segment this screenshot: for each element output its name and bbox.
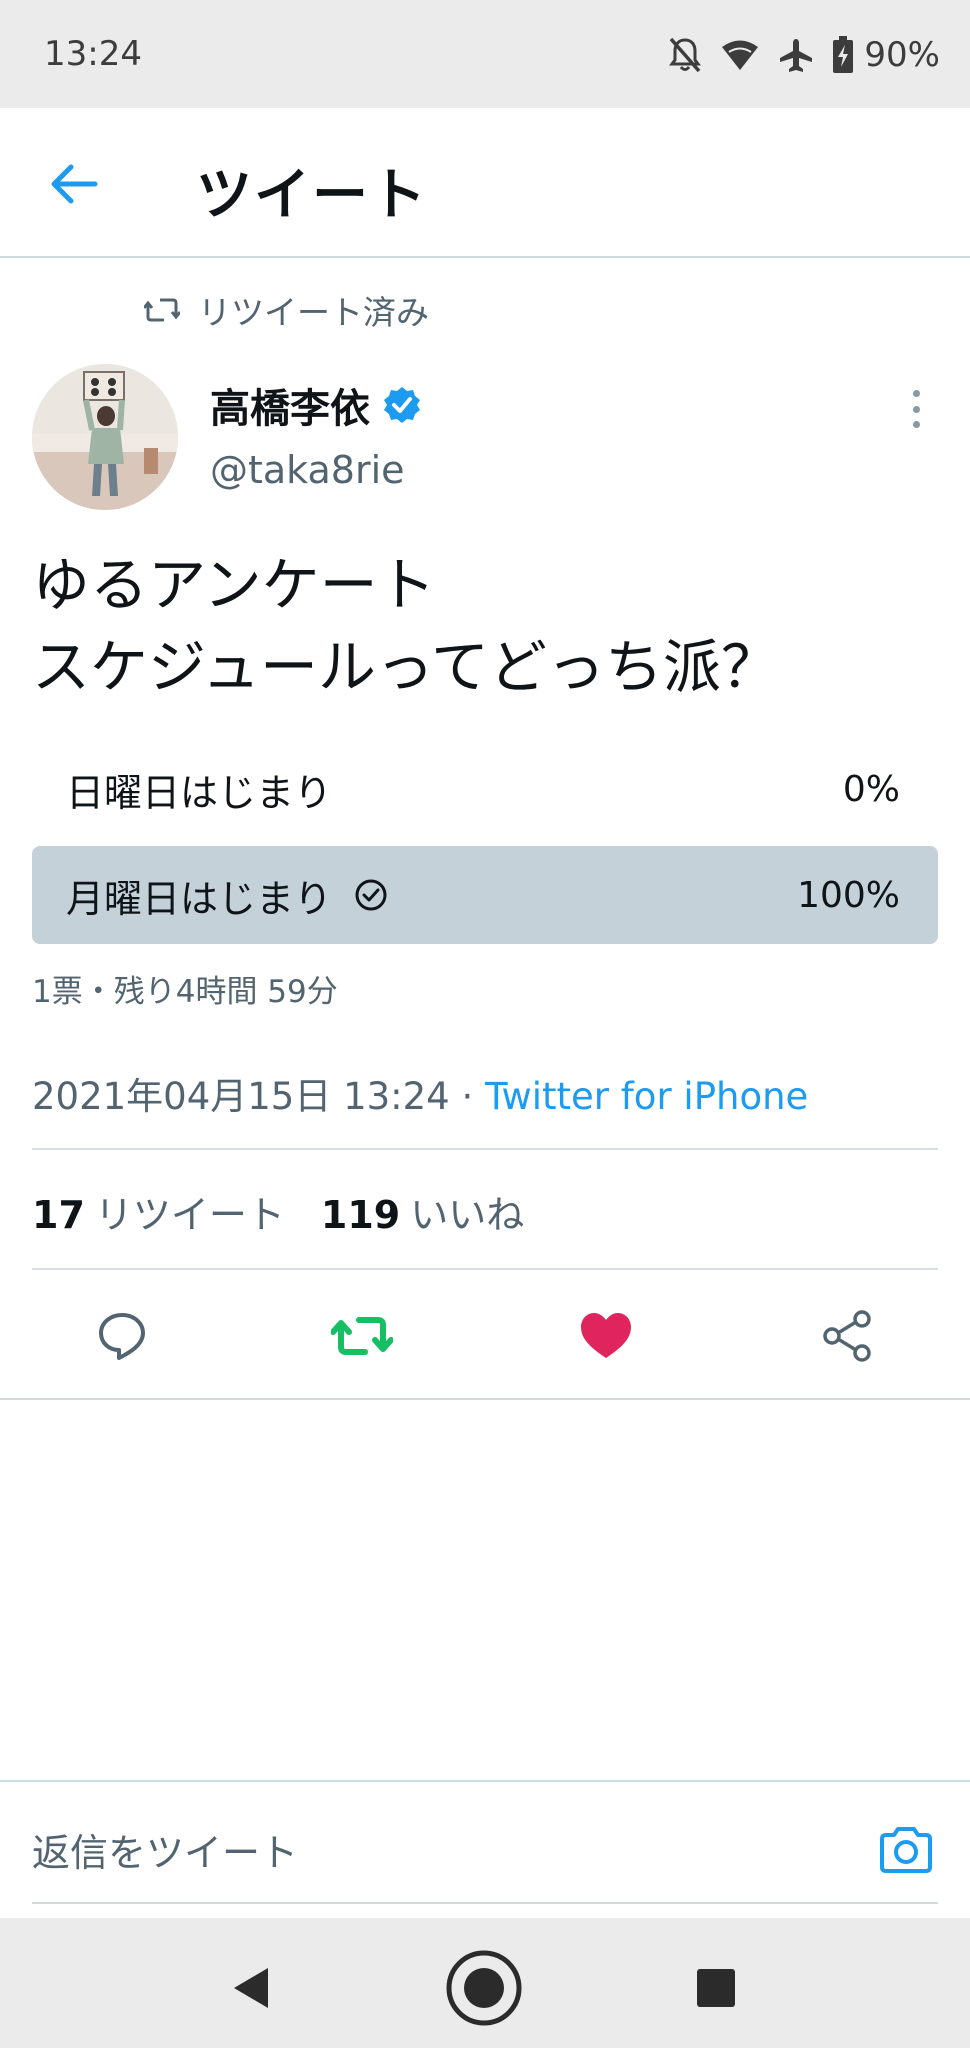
likes-label: いいね xyxy=(410,1193,525,1237)
tweet-actions xyxy=(0,1268,970,1400)
retweets-stat[interactable]: 17 リツイート xyxy=(32,1184,285,1239)
tweet-text: ゆるアンケート スケジュールってどっち派？ xyxy=(32,544,932,708)
engagement-stats: 17 リツイート 119 いいね xyxy=(32,1184,524,1239)
system-back-button[interactable] xyxy=(210,1948,290,2028)
arrow-left-icon xyxy=(51,164,98,204)
poll-option-label: 月曜日はじまり xyxy=(66,876,333,921)
back-triangle-icon xyxy=(234,1968,268,2008)
share-icon xyxy=(823,1310,871,1362)
reply-input[interactable]: 返信をツイート xyxy=(32,1822,298,1877)
home-circle-icon xyxy=(446,1950,522,2026)
author-handle[interactable]: @taka8rie xyxy=(210,448,405,492)
divider xyxy=(32,1148,938,1150)
verified-badge-icon xyxy=(384,387,420,423)
heart-icon xyxy=(581,1313,631,1358)
divider xyxy=(0,1780,970,1782)
page-title: ツイート xyxy=(196,163,428,228)
system-home-button[interactable] xyxy=(444,1948,524,2028)
camera-button[interactable] xyxy=(876,1822,936,1878)
more-dot-icon xyxy=(912,390,920,397)
notifications-off-icon xyxy=(668,36,702,74)
reply-icon xyxy=(99,1313,145,1360)
like-button[interactable] xyxy=(574,1304,638,1368)
wifi-icon xyxy=(720,38,760,72)
more-dot-icon xyxy=(912,405,920,413)
poll-option-percent: 100% xyxy=(797,874,900,916)
system-nav-bar xyxy=(0,1918,970,2048)
likes-count: 119 xyxy=(320,1193,401,1237)
status-icons: 90% xyxy=(668,30,940,80)
check-circle-icon xyxy=(355,879,387,911)
share-button[interactable] xyxy=(816,1304,880,1368)
tweet-text-line: スケジュールってどっち派？ xyxy=(32,633,780,701)
system-recents-button[interactable] xyxy=(676,1948,756,2028)
camera-icon xyxy=(880,1827,932,1873)
retweeted-label: リツイート済み xyxy=(198,293,429,332)
author-name[interactable]: 高橋李依 xyxy=(210,376,370,434)
retweet-icon xyxy=(144,298,180,322)
tweet-datetime: 2021年04月15日 13:24 xyxy=(32,1075,450,1118)
poll-meta: 1票・残り4時間 59分 xyxy=(32,974,338,1010)
retweet-button[interactable] xyxy=(330,1304,394,1368)
battery-percent: 90% xyxy=(864,35,940,75)
more-dot-icon xyxy=(912,421,920,428)
status-time: 13:24 xyxy=(44,34,142,74)
timestamp-separator: · xyxy=(449,1075,486,1118)
reply-input-underline xyxy=(32,1902,938,1904)
retweeted-indicator: リツイート済み xyxy=(144,286,429,334)
retweets-label: リツイート xyxy=(94,1193,285,1237)
tweet-timestamp: 2021年04月15日 13:24 · Twitter for iPhone xyxy=(32,1066,808,1120)
top-app-bar: ツイート xyxy=(0,108,970,258)
back-button[interactable] xyxy=(44,154,104,214)
poll-option-selected: 月曜日はじまり 100% xyxy=(32,846,938,944)
poll-option-label: 日曜日はじまり xyxy=(66,770,333,815)
poll-option-percent: 0% xyxy=(842,768,900,810)
reply-button[interactable] xyxy=(90,1304,154,1368)
airplane-icon xyxy=(778,37,814,73)
author-name-row[interactable]: 高橋李依 xyxy=(210,376,422,434)
retweets-count: 17 xyxy=(32,1193,85,1237)
more-options-button[interactable] xyxy=(904,384,928,434)
likes-stat[interactable]: 119 いいね xyxy=(321,1184,524,1239)
avatar[interactable] xyxy=(32,364,178,510)
battery-charging-icon xyxy=(832,36,854,74)
status-bar: 13:24 90% xyxy=(0,0,970,108)
tweet-source-link[interactable]: Twitter for iPhone xyxy=(485,1075,808,1118)
poll-option: 日曜日はじまり 0% xyxy=(32,740,938,838)
recents-square-icon xyxy=(697,1969,735,2007)
tweet-text-line: ゆるアンケート xyxy=(32,551,436,619)
retweet-icon xyxy=(331,1317,393,1355)
